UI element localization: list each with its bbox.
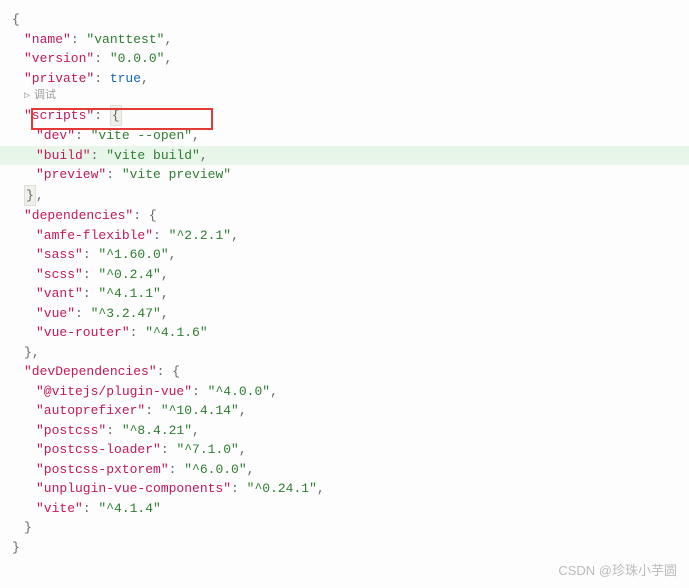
code-block: { "name": "vanttest", "version": "0.0.0"… <box>0 10 689 557</box>
code-line: "vant": "^4.1.1", <box>0 284 689 304</box>
code-line: } <box>0 518 689 538</box>
code-line: } <box>0 538 689 558</box>
code-line: "name": "vanttest", <box>0 30 689 50</box>
code-line: "vue": "^3.2.47", <box>0 304 689 324</box>
watermark: CSDN @珍珠小芋圆 <box>558 561 677 581</box>
code-line: "amfe-flexible": "^2.2.1", <box>0 226 689 246</box>
code-line: "postcss-loader": "^7.1.0", <box>0 440 689 460</box>
code-line-dev: "dev": "vite --open", <box>0 126 689 146</box>
code-line: "vite": "^4.1.4" <box>0 499 689 519</box>
code-line: "scss": "^0.2.4", <box>0 265 689 285</box>
code-line: "postcss-pxtorem": "^6.0.0", <box>0 460 689 480</box>
code-line: }, <box>0 343 689 363</box>
code-line-highlighted: "build": "vite build", <box>0 146 689 166</box>
code-line: "autoprefixer": "^10.4.14", <box>0 401 689 421</box>
code-line: "private": true, <box>0 69 689 89</box>
code-line: "scripts": { <box>0 105 689 127</box>
code-line: "devDependencies": { <box>0 362 689 382</box>
codelens-debug[interactable]: ▷调试 <box>0 88 689 105</box>
code-line: "postcss": "^8.4.21", <box>0 421 689 441</box>
code-line: "sass": "^1.60.0", <box>0 245 689 265</box>
code-line: "unplugin-vue-components": "^0.24.1", <box>0 479 689 499</box>
code-line: "@vitejs/plugin-vue": "^4.0.0", <box>0 382 689 402</box>
code-line: "vue-router": "^4.1.6" <box>0 323 689 343</box>
play-icon: ▷ <box>24 89 30 104</box>
code-line: "dependencies": { <box>0 206 689 226</box>
code-line: "version": "0.0.0", <box>0 49 689 69</box>
code-line: }, <box>0 185 689 207</box>
code-line: "preview": "vite preview" <box>0 165 689 185</box>
code-line: { <box>0 10 689 30</box>
